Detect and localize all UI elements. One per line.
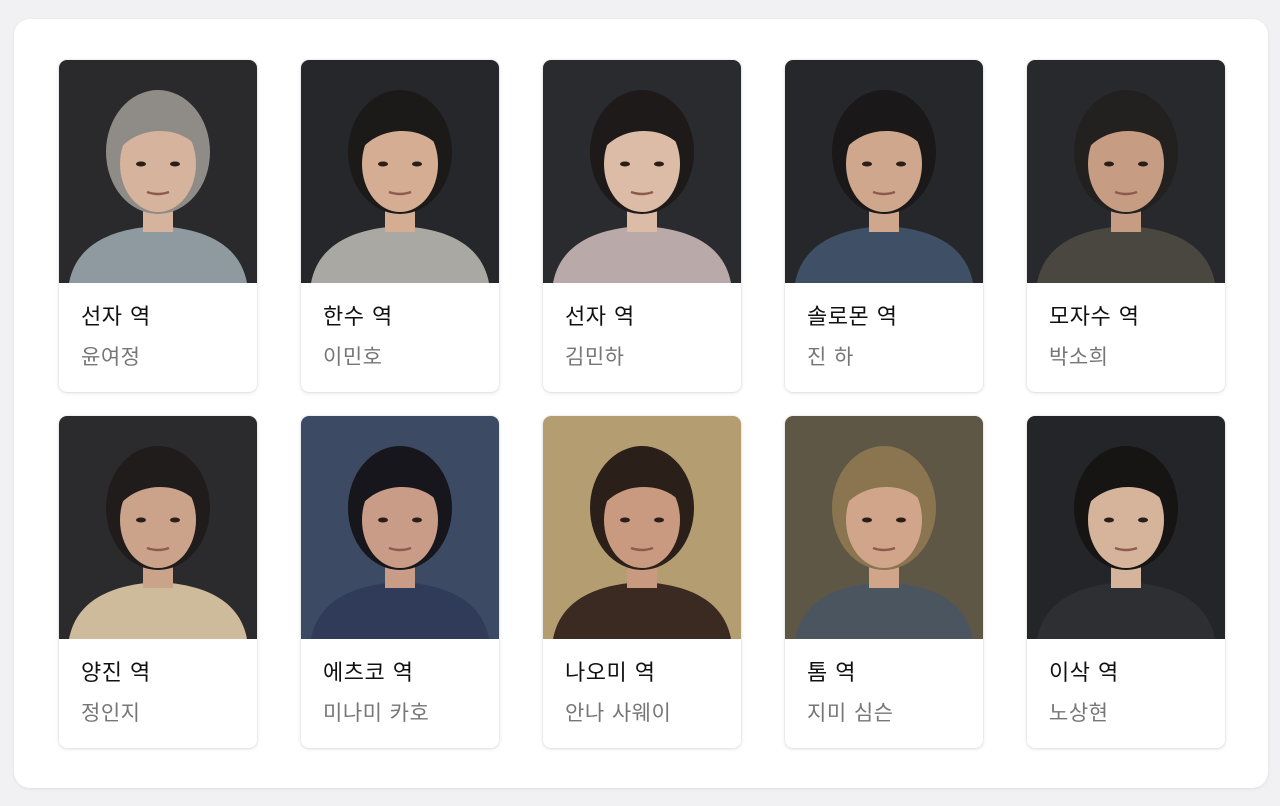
cast-actor-name: 지미 심슨 (807, 701, 894, 725)
cast-actor-name: 윤여정 (81, 345, 141, 369)
cast-photo (785, 60, 983, 283)
cast-photo (59, 60, 257, 283)
cast-card[interactable]: 톰 역지미 심슨 (785, 416, 983, 748)
cast-info: 톰 역지미 심슨 (785, 660, 983, 726)
cast-photo (543, 416, 741, 639)
cast-role: 모자수 역 (1049, 305, 1140, 330)
cast-actor-name: 정인지 (81, 701, 141, 725)
cast-role: 나오미 역 (565, 661, 656, 686)
cast-card[interactable]: 에츠코 역미나미 카호 (301, 416, 499, 748)
cast-info: 이삭 역노상현 (1027, 660, 1225, 726)
cast-photo (543, 60, 741, 283)
cast-info: 솔로몬 역진 하 (785, 304, 983, 370)
cast-actor-name: 박소희 (1049, 345, 1109, 369)
cast-info: 한수 역이민호 (301, 304, 499, 370)
cast-card[interactable]: 선자 역윤여정 (59, 60, 257, 392)
cast-photo (1027, 416, 1225, 639)
cast-actor-name: 진 하 (807, 345, 854, 369)
cast-photo (785, 416, 983, 639)
cast-role: 양진 역 (81, 661, 151, 686)
cast-card[interactable]: 양진 역정인지 (59, 416, 257, 748)
cast-panel: 선자 역윤여정 한수 역이민호 선자 역김민하 솔로몬 역진 하 모자수 역박소희양진 … (14, 19, 1268, 788)
cast-card[interactable]: 모자수 역박소희 (1027, 60, 1225, 392)
cast-photo (1027, 60, 1225, 283)
cast-role: 에츠코 역 (323, 661, 414, 686)
cast-info: 선자 역김민하 (543, 304, 741, 370)
cast-card[interactable]: 이삭 역노상현 (1027, 416, 1225, 748)
cast-photo (301, 60, 499, 283)
cast-role: 선자 역 (81, 305, 151, 330)
cast-info: 나오미 역안나 사웨이 (543, 660, 741, 726)
cast-actor-name: 이민호 (323, 345, 383, 369)
cast-info: 에츠코 역미나미 카호 (301, 660, 499, 726)
cast-info: 선자 역윤여정 (59, 304, 257, 370)
cast-card[interactable]: 선자 역김민하 (543, 60, 741, 392)
cast-actor-name: 김민하 (565, 345, 625, 369)
cast-actor-name: 노상현 (1049, 701, 1109, 725)
cast-actor-name: 안나 사웨이 (565, 701, 672, 725)
cast-actor-name: 미나미 카호 (323, 701, 430, 725)
cast-info: 양진 역정인지 (59, 660, 257, 726)
cast-info: 모자수 역박소희 (1027, 304, 1225, 370)
cast-photo (301, 416, 499, 639)
cast-role: 한수 역 (323, 305, 393, 330)
cast-role: 이삭 역 (1049, 661, 1119, 686)
cast-grid: 선자 역윤여정 한수 역이민호 선자 역김민하 솔로몬 역진 하 모자수 역박소희양진 … (59, 60, 1225, 748)
cast-photo (59, 416, 257, 639)
cast-role: 솔로몬 역 (807, 305, 898, 330)
cast-role: 선자 역 (565, 305, 635, 330)
cast-role: 톰 역 (807, 661, 856, 686)
cast-card[interactable]: 나오미 역안나 사웨이 (543, 416, 741, 748)
cast-card[interactable]: 솔로몬 역진 하 (785, 60, 983, 392)
cast-card[interactable]: 한수 역이민호 (301, 60, 499, 392)
